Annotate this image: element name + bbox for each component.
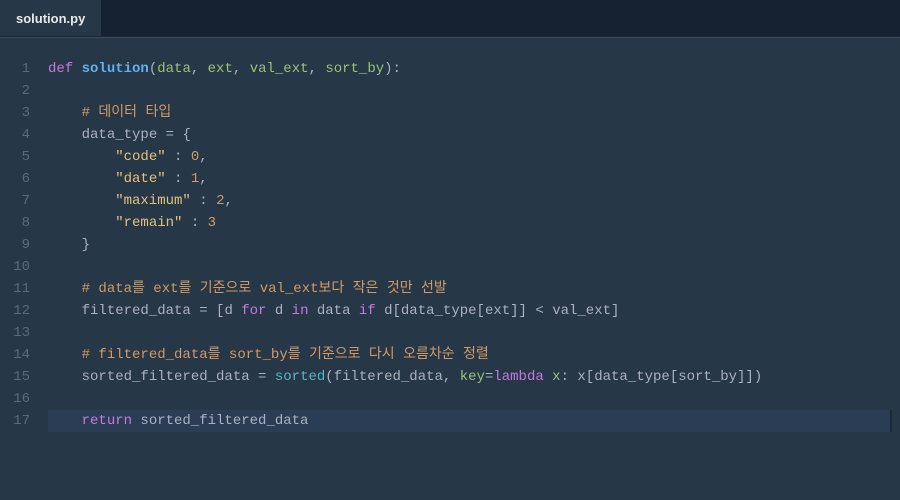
- line-number: 13: [0, 322, 30, 344]
- line-number: 17: [0, 410, 30, 432]
- code-line: # 데이터 타입: [48, 102, 900, 124]
- line-number: 11: [0, 278, 30, 300]
- code-line: "remain" : 3: [48, 212, 900, 234]
- code-line: [48, 322, 900, 344]
- tab-bar: solution.py: [0, 0, 900, 37]
- code-line: data_type = {: [48, 124, 900, 146]
- code-line: }: [48, 234, 900, 256]
- line-number: 5: [0, 146, 30, 168]
- line-number: 6: [0, 168, 30, 190]
- code-line: "date" : 1,: [48, 168, 900, 190]
- code-area[interactable]: def solution(data, ext, val_ext, sort_by…: [48, 58, 900, 432]
- line-number: 1: [0, 58, 30, 80]
- line-number: 2: [0, 80, 30, 102]
- code-line: [48, 256, 900, 278]
- line-number: 15: [0, 366, 30, 388]
- line-number: 4: [0, 124, 30, 146]
- editor: 1 2 3 4 5 6 7 8 9 10 11 12 13 14 15 16 1…: [0, 37, 900, 432]
- line-number: 12: [0, 300, 30, 322]
- editor-body[interactable]: 1 2 3 4 5 6 7 8 9 10 11 12 13 14 15 16 1…: [0, 38, 900, 432]
- file-tab[interactable]: solution.py: [0, 0, 101, 36]
- code-line: filtered_data = [d for d in data if d[da…: [48, 300, 900, 322]
- line-number: 8: [0, 212, 30, 234]
- code-line: sorted_filtered_data = sorted(filtered_d…: [48, 366, 900, 388]
- line-number: 10: [0, 256, 30, 278]
- tab-filename: solution.py: [16, 11, 85, 26]
- code-line: # data를 ext를 기준으로 val_ext보다 작은 것만 선발: [48, 278, 900, 300]
- line-number: 14: [0, 344, 30, 366]
- line-number: 7: [0, 190, 30, 212]
- line-number: 3: [0, 102, 30, 124]
- code-line: # filtered_data를 sort_by를 기준으로 다시 오름차순 정…: [48, 344, 900, 366]
- code-line: [48, 80, 900, 102]
- code-line: "code" : 0,: [48, 146, 900, 168]
- line-number: 16: [0, 388, 30, 410]
- line-gutter: 1 2 3 4 5 6 7 8 9 10 11 12 13 14 15 16 1…: [0, 58, 48, 432]
- code-line-active: return sorted_filtered_data: [48, 410, 892, 432]
- line-number: 9: [0, 234, 30, 256]
- code-line: "maximum" : 2,: [48, 190, 900, 212]
- code-line: [48, 388, 900, 410]
- code-line: def solution(data, ext, val_ext, sort_by…: [48, 58, 900, 80]
